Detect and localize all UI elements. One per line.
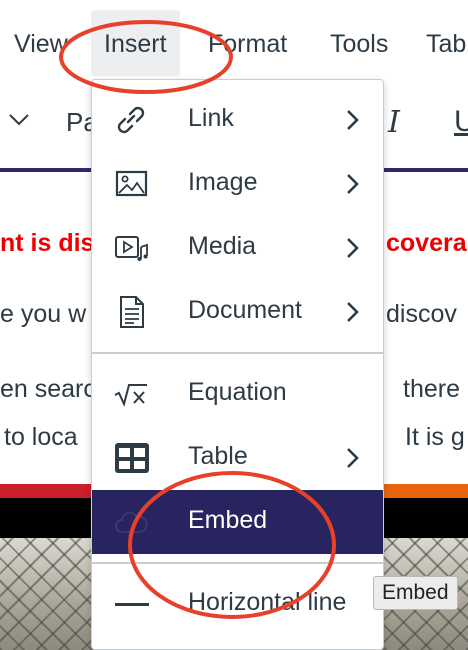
menu-item-document[interactable]: Document — [92, 280, 383, 344]
italic-button[interactable]: I — [388, 105, 400, 140]
menu-item-label: Embed — [188, 506, 268, 534]
menu-item-label: Equation — [188, 378, 287, 406]
doc-heading-fragment-right: covera — [386, 229, 467, 257]
chevron-right-icon — [347, 448, 359, 468]
menu-item-image[interactable]: Image — [92, 152, 383, 216]
table-icon — [115, 443, 149, 473]
menu-item-label: Horizontal line — [188, 588, 347, 616]
chevron-right-icon — [347, 174, 359, 194]
chevron-right-icon — [347, 110, 359, 130]
doc-text-fragment: e you w — [0, 300, 87, 328]
horizontal-line-icon — [115, 603, 149, 606]
doc-heading-fragment-left: nt is dis — [0, 229, 95, 257]
editor-menubar: View Insert Format Tools Tab — [0, 0, 468, 90]
menu-format[interactable]: Format — [208, 30, 287, 59]
doc-text-fragment: en searc — [0, 375, 96, 403]
doc-text-fragment: discov — [386, 300, 457, 328]
menu-tools[interactable]: Tools — [330, 30, 388, 59]
media-icon — [115, 236, 148, 261]
chevron-right-icon — [347, 302, 359, 322]
chevron-right-icon — [347, 238, 359, 258]
chevron-down-icon[interactable] — [8, 112, 30, 128]
menu-insert[interactable]: Insert — [91, 10, 180, 76]
doc-text-fragment: there i — [403, 375, 468, 403]
insert-menu-dropdown: Link Image Media Document Equation Table… — [91, 79, 384, 650]
menu-item-embed[interactable]: Embed — [92, 490, 383, 554]
embed-tooltip: Embed — [373, 576, 458, 610]
link-icon — [117, 106, 145, 134]
menu-item-media[interactable]: Media — [92, 216, 383, 280]
menu-separator — [92, 562, 383, 564]
brand-bar-orange — [378, 484, 468, 498]
menu-item-equation[interactable]: Equation — [92, 362, 383, 426]
doc-text-fragment: to loca — [4, 423, 78, 451]
menu-item-horizontal-line[interactable]: Horizontal line — [92, 572, 383, 636]
menu-item-label: Table — [188, 442, 248, 470]
menu-view[interactable]: View — [14, 30, 68, 59]
menu-table[interactable]: Tab — [426, 30, 466, 59]
doc-text-fragment: It is g — [405, 423, 465, 451]
menu-item-table[interactable]: Table — [92, 426, 383, 490]
menu-item-link[interactable]: Link — [92, 88, 383, 152]
cloud-icon — [115, 511, 148, 533]
menu-item-label: Image — [188, 168, 258, 196]
menu-item-label: Media — [188, 232, 257, 260]
image-icon — [115, 170, 148, 197]
menu-separator — [92, 352, 383, 354]
menu-item-label: Link — [188, 104, 234, 132]
document-icon — [120, 296, 144, 328]
menu-item-label: Document — [188, 296, 302, 324]
underline-button[interactable]: U — [454, 105, 468, 139]
equation-icon — [114, 384, 147, 407]
